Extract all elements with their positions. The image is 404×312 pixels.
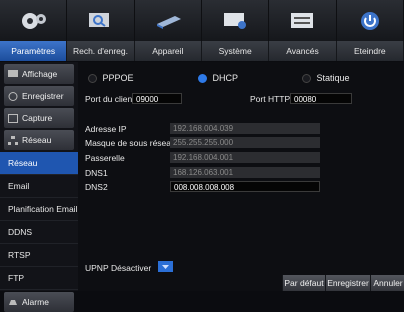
client-port-label: Port du client [85,94,135,104]
sidebar-item-reseau[interactable]: Réseau [4,130,74,150]
advanced-sliders-icon[interactable] [269,0,337,41]
sidebar-subitem-planification-email[interactable]: Planification Email [0,198,78,221]
ip-label: Adresse IP [85,124,127,134]
power-icon[interactable] [337,0,404,41]
alarm-icon [8,298,18,307]
radio-label: DHCP [212,73,239,83]
tab-label-bar: Paramètres Rech. d'enreg. Appareil Systè… [0,41,404,61]
radio-indicator [302,74,311,84]
sidebar-subitem-email[interactable]: Email [0,175,78,198]
network-settings-panel: PPPOE DHCP Statique Port du client 09000… [78,62,404,291]
sidebar-item-label: Capture [22,113,53,123]
network-icon [8,135,18,145]
cancel-button[interactable]: Annuler [370,275,404,291]
upnp-dropdown-button[interactable] [158,261,173,272]
hard-drive-icon[interactable] [135,0,202,41]
radio-statique[interactable]: Statique [302,73,350,84]
sidebar-subitem-ftp[interactable]: FTP [0,267,78,290]
gateway-input[interactable]: 192.168.004.001 [170,152,320,163]
tab-systeme[interactable]: Système [202,41,270,61]
tab-parametres[interactable]: Paramètres [0,41,68,61]
sidebar-item-affichage[interactable]: Affichage [4,64,74,84]
radio-label: PPPOE [102,73,134,83]
record-icon [8,91,18,101]
monitor-settings-icon[interactable] [202,0,270,41]
client-port-input[interactable]: 09000 [132,93,182,104]
display-icon [8,69,18,79]
gateway-label: Passerelle [85,153,125,163]
radio-indicator [88,74,97,84]
tab-eteindre[interactable]: Eteindre [337,41,404,61]
sidebar-subitem-ddns[interactable]: DDNS [0,221,78,244]
dns1-input[interactable]: 168.126.063.001 [170,167,320,178]
radio-dhcp[interactable]: DHCP [198,73,239,84]
tab-avances[interactable]: Avancés [269,41,337,61]
http-port-label: Port HTTP [250,94,291,104]
radio-pppoe[interactable]: PPPOE [88,73,134,84]
tab-appareil[interactable]: Appareil [135,41,202,61]
sidebar-item-enregistrer[interactable]: Enregistrer [4,86,74,106]
sidebar: Affichage Enregistrer Capture Réseau Rés… [0,62,78,312]
sidebar-item-label: Réseau [22,135,52,145]
dns1-label: DNS1 [85,168,108,178]
sidebar-item-label: Alarme [22,297,49,307]
dns2-label: DNS2 [85,182,108,192]
chevron-down-icon [162,265,169,269]
radio-indicator [198,74,207,84]
sidebar-item-alarme[interactable]: Alarme [4,292,74,312]
capture-icon [8,113,18,123]
tab-rech-enreg[interactable]: Rech. d'enreg. [67,41,135,61]
save-button[interactable]: Enregistrer [325,275,370,291]
dns2-input[interactable]: 008.008.008.008 [170,181,320,192]
sidebar-subitem-rtsp[interactable]: RTSP [0,244,78,267]
search-monitor-icon[interactable] [67,0,135,41]
top-icon-bar [0,0,404,41]
radio-label: Statique [316,73,350,83]
default-button[interactable]: Par défaut [282,275,325,291]
gears-icon[interactable] [0,0,68,41]
ip-input[interactable]: 192.168.004.039 [170,123,320,134]
sidebar-item-label: Affichage [22,69,58,79]
sidebar-item-label: Enregistrer [22,91,64,101]
mask-input[interactable]: 255.255.255.000 [170,137,320,148]
sidebar-item-capture[interactable]: Capture [4,108,74,128]
http-port-input[interactable]: 00080 [290,93,352,104]
mask-label: Masque de sous réseau [85,138,176,148]
upnp-select-value[interactable]: Désactiver [111,263,151,273]
sidebar-subitem-reseau[interactable]: Réseau [0,152,78,175]
upnp-label: UPNP [85,263,109,273]
